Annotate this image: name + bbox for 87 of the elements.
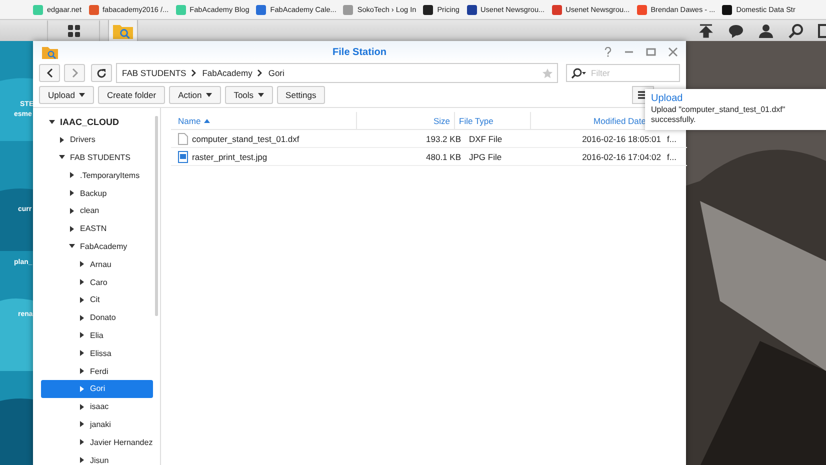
collapse-arrow-icon[interactable]	[59, 154, 65, 160]
tree-item[interactable]: IAAC_CLOUD	[41, 113, 153, 131]
tree-item[interactable]: FabAcademy	[41, 238, 153, 256]
refresh-icon	[96, 68, 107, 78]
expand-arrow-icon[interactable]	[79, 457, 85, 464]
collapse-arrow-icon[interactable]	[49, 118, 55, 125]
expand-arrow-icon[interactable]	[79, 332, 85, 338]
expand-arrow-icon[interactable]	[79, 404, 85, 410]
sort-icon	[204, 118, 210, 122]
upload-icon[interactable]	[698, 22, 714, 38]
grid-icon	[66, 24, 80, 38]
path-segment[interactable]: Gori	[268, 68, 284, 78]
path-segment[interactable]: FabAcademy	[202, 68, 252, 78]
table-cell-text: JPG File	[468, 152, 503, 162]
tree-item[interactable]: .TemporaryItems	[41, 166, 153, 184]
expand-arrow-icon[interactable]	[69, 208, 75, 214]
forward-icon	[70, 68, 78, 78]
expand-arrow-icon[interactable]	[79, 421, 85, 428]
expand-arrow-icon[interactable]	[59, 136, 65, 143]
column-header[interactable]: Size	[356, 112, 454, 129]
tree-item[interactable]: Gori	[41, 380, 153, 398]
toolbar-button[interactable]: Settings	[276, 86, 326, 104]
tree-item[interactable]: janaki	[41, 416, 153, 434]
table-cell-text: 193.2 KB	[425, 134, 462, 144]
toolbar-button[interactable]: Action	[169, 86, 221, 104]
expand-arrow-icon[interactable]	[69, 190, 75, 196]
maximize-icon[interactable]	[646, 47, 656, 57]
tree-item[interactable]: Elia	[41, 326, 153, 344]
chevron-icon	[257, 69, 264, 77]
collapse-arrow-icon[interactable]	[69, 243, 75, 250]
back-button[interactable]	[39, 64, 60, 82]
tree-item[interactable]: Drivers	[41, 130, 153, 149]
chevron-icon	[191, 69, 198, 77]
tree-item[interactable]: Cit	[41, 290, 153, 309]
path-bar[interactable]: FAB STUDENTS FabAcademy Gori	[116, 63, 558, 83]
table-cell-text: f...	[666, 152, 678, 162]
scrollbar[interactable]	[154, 116, 158, 316]
file-station-taskbar-icon[interactable]	[108, 20, 138, 41]
tree-item[interactable]: Elissa	[41, 344, 153, 362]
tree-item[interactable]: isaac	[41, 398, 153, 416]
toolbar-button[interactable]: Upload	[39, 86, 94, 104]
table-cell-text: f...	[666, 134, 678, 144]
file-name[interactable]: raster_print_test.jpg	[192, 152, 268, 162]
expand-arrow-icon[interactable]	[79, 296, 85, 303]
expand-arrow-icon[interactable]	[79, 279, 85, 286]
expand-arrow-icon[interactable]	[79, 261, 85, 268]
tree-item[interactable]: Ferdi	[41, 362, 153, 380]
search-icon[interactable]	[788, 22, 804, 38]
table-cell-text: DXF File	[468, 134, 504, 144]
expand-arrow-icon[interactable]	[69, 172, 75, 178]
tree-item[interactable]: Arnau	[41, 255, 153, 274]
column-header[interactable]: File Type	[454, 112, 530, 129]
file-name[interactable]: computer_stand_test_01.dxf	[192, 134, 300, 144]
filter-field[interactable]: Filter	[566, 64, 680, 82]
toolbar-button[interactable]: Tools	[224, 86, 273, 104]
tree-item[interactable]: FAB STUDENTS	[41, 148, 153, 166]
refresh-button[interactable]	[91, 64, 112, 82]
chat-icon[interactable]	[728, 22, 744, 38]
toolbar-button[interactable]: Create folder	[98, 86, 166, 104]
document-icon	[178, 132, 188, 144]
back-icon	[46, 68, 54, 78]
tree-item[interactable]: Caro	[41, 273, 153, 291]
tree-item[interactable]: Donato	[41, 308, 153, 327]
window-title: File Station	[332, 46, 386, 58]
column-header[interactable]: Name	[171, 112, 356, 129]
star-icon[interactable]	[542, 68, 553, 78]
expand-arrow-icon[interactable]	[69, 226, 75, 232]
image-file-icon	[178, 150, 188, 162]
tree-item[interactable]: Javier Hernandez	[41, 433, 153, 452]
expand-arrow-icon[interactable]	[79, 314, 85, 321]
path-segment[interactable]: FAB STUDENTS	[122, 68, 186, 78]
tree-item[interactable]: clean	[41, 202, 153, 220]
tree-item[interactable]: Jisun	[41, 451, 153, 465]
tree-item[interactable]: Backup	[41, 184, 153, 202]
table-cell-text: 2016-02-16 18:05:01	[581, 134, 661, 144]
expand-arrow-icon[interactable]	[79, 439, 85, 446]
notification-message: Upload "computer_stand_test_01.dxf" successfully.	[651, 105, 786, 125]
close-icon[interactable]	[668, 47, 678, 57]
expand-arrow-icon[interactable]	[79, 350, 85, 356]
user-icon[interactable]	[758, 22, 774, 38]
notification-title: Upload	[651, 93, 683, 104]
expand-arrow-icon[interactable]	[79, 368, 85, 374]
table-cell-text: 2016-02-16 17:04:02	[581, 152, 661, 162]
tree-item[interactable]: EASTN	[41, 220, 153, 238]
folder-search-icon	[41, 44, 59, 60]
help-icon[interactable]	[604, 47, 612, 57]
table-cell-text: 480.1 KB	[425, 152, 462, 162]
